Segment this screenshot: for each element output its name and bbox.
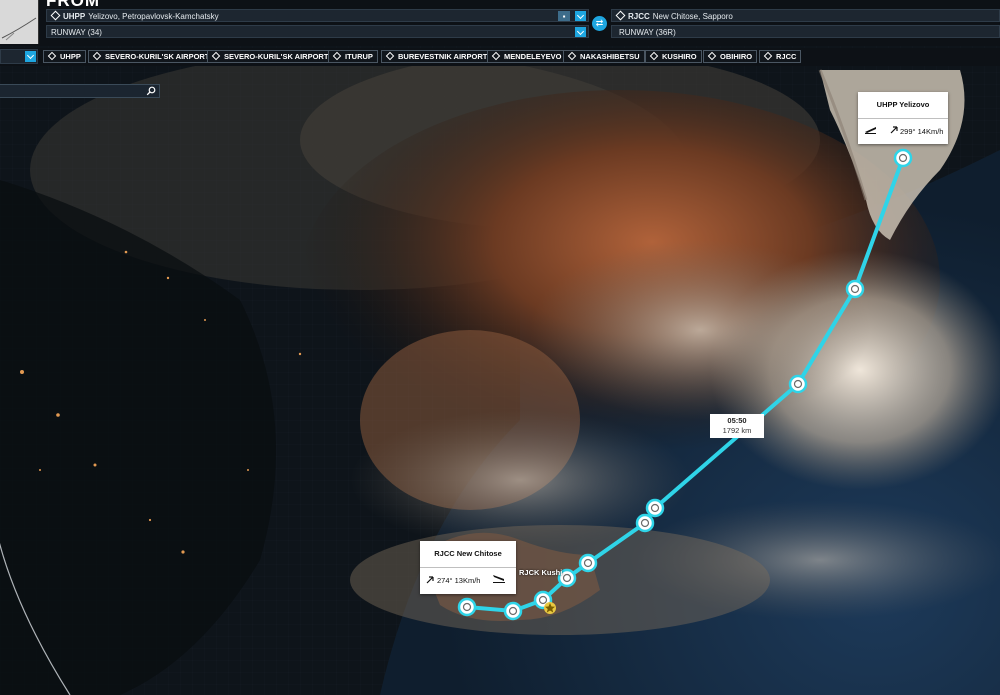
- route-waypoint-marker[interactable]: [503, 601, 523, 621]
- waypoint-chip[interactable]: OBIHIRO: [703, 50, 758, 63]
- arrival-card-title: RJCC New Chitose: [434, 549, 502, 558]
- waypoint-icon: [47, 51, 57, 61]
- arrival-runway-field[interactable]: RUNWAY (36R): [611, 25, 1000, 38]
- waypoint-chip[interactable]: SEVERO-KURIL'SK AIRPORT: [88, 50, 215, 63]
- search-input[interactable]: [3, 85, 147, 99]
- arrival-runway: RUNWAY (36R): [619, 28, 676, 37]
- info-icon[interactable]: ▪: [558, 11, 570, 21]
- waypoint-chip[interactable]: MENDELEYEVO: [487, 50, 567, 63]
- waypoint-icon: [211, 51, 221, 61]
- waypoint-label: SEVERO-KURIL'SK AIRPORT: [105, 52, 210, 61]
- departure-name: Yelizovo, Petropavlovsk-Kamchatsky: [88, 12, 219, 21]
- departure-airport-field[interactable]: UHPP Yelizovo, Petropavlovsk-Kamchatsky ▪: [46, 9, 589, 22]
- star-icon: [544, 602, 556, 614]
- waypoint-label: KUSHIRO: [662, 52, 697, 61]
- waypoint-bar: UHPP SEVERO-KURIL'SK AIRPORT SEVERO-KURI…: [0, 48, 1000, 66]
- departure-runway: RUNWAY (34): [51, 28, 102, 37]
- arrival-card[interactable]: RJCC New Chitose 274° 13Km/h: [420, 541, 516, 594]
- waypoint-label: BUREVESTNIK AIRPORT: [398, 52, 488, 61]
- kushiro-map-label: RJCK Kushi: [519, 568, 563, 577]
- waypoint-label: UHPP: [60, 52, 81, 61]
- waypoint-chip[interactable]: BUREVESTNIK AIRPORT: [381, 50, 493, 63]
- waypoint-icon: [491, 51, 501, 61]
- waypoint-icon: [615, 10, 626, 21]
- route-waypoint-marker[interactable]: [845, 279, 865, 299]
- waypoint-chip[interactable]: NAKASHIBETSU: [563, 50, 645, 63]
- waypoint-icon: [763, 51, 773, 61]
- waypoint-chip[interactable]: KUSHIRO: [645, 50, 702, 63]
- landing-icon: [493, 575, 505, 583]
- arrival-airport-field[interactable]: RJCC New Chitose, Sapporo: [611, 9, 1000, 22]
- waypoint-icon: [332, 51, 342, 61]
- route-waypoint-marker[interactable]: [788, 374, 808, 394]
- flight-time: 05:50: [727, 416, 747, 425]
- departure-wind: 299° 14Km/h: [900, 127, 944, 136]
- route-waypoint-marker[interactable]: [635, 513, 655, 533]
- departure-runway-field[interactable]: RUNWAY (34): [46, 25, 589, 38]
- waypoint-chip[interactable]: RJCC: [759, 50, 802, 63]
- chevron-down-icon[interactable]: [575, 27, 586, 37]
- waypoint-label: NAKASHIBETSU: [580, 52, 640, 61]
- waypoint-icon: [567, 51, 577, 61]
- departure-code: UHPP: [63, 12, 86, 21]
- waypoint-icon: [707, 51, 717, 61]
- departure-card[interactable]: UHPP Yelizovo 299° 14Km/h: [858, 92, 948, 144]
- aircraft-thumbnail: [0, 0, 39, 44]
- waypoint-chip[interactable]: SEVERO-KURIL'SK AIRPORT: [207, 50, 334, 63]
- waypoint-icon: [92, 51, 102, 61]
- waypoint-icon: [649, 51, 659, 61]
- waypoint-label: OBIHIRO: [720, 52, 753, 61]
- card-divider: [858, 118, 948, 119]
- flight-distance: 1792 km: [722, 426, 752, 435]
- route-waypoint-marker[interactable]: [457, 597, 477, 617]
- wind-icon: [890, 126, 898, 134]
- waypoint-label: ITURUP: [345, 52, 373, 61]
- arrival-name: New Chitose, Sapporo: [652, 12, 733, 21]
- route-waypoint-marker[interactable]: [893, 148, 913, 168]
- waypoint-label: RJCC: [776, 52, 797, 61]
- chevron-down-icon[interactable]: [575, 11, 586, 21]
- waypoint-label: MENDELEYEVO: [504, 52, 562, 61]
- card-divider: [420, 567, 516, 568]
- swap-route-button[interactable]: ⇄: [592, 16, 607, 31]
- top-bar: FROM UHPP Yelizovo, Petropavlovsk-Kamchat…: [0, 0, 1000, 46]
- waypoint-icon: [385, 51, 395, 61]
- search-icon[interactable]: [146, 86, 156, 96]
- waypoint-dropdown[interactable]: [0, 49, 38, 64]
- takeoff-icon: [865, 127, 876, 134]
- arrival-wind: 274° 13Km/h: [437, 576, 481, 585]
- route-distance-badge: 05:50 1792 km: [710, 414, 764, 438]
- route-waypoint-marker[interactable]: [578, 553, 598, 573]
- chevron-down-icon[interactable]: [25, 51, 36, 62]
- wind-icon: [426, 576, 434, 584]
- waypoint-chip[interactable]: UHPP: [43, 50, 86, 63]
- waypoint-chip[interactable]: ITURUP: [328, 50, 378, 63]
- waypoint-icon: [50, 10, 61, 21]
- route-waypoint-marker[interactable]: [645, 498, 665, 518]
- search-box[interactable]: [0, 84, 160, 99]
- arrival-code: RJCC: [628, 12, 650, 21]
- departure-card-title: UHPP Yelizovo: [876, 100, 930, 109]
- waypoint-label: SEVERO-KURIL'SK AIRPORT: [224, 52, 329, 61]
